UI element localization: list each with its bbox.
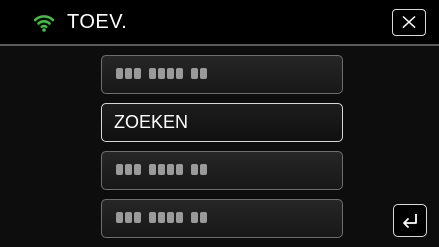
masked-network-name <box>116 212 207 224</box>
masked-network-name <box>116 68 207 80</box>
wifi-icon <box>34 15 54 32</box>
network-item-1[interactable] <box>101 55 343 94</box>
wifi-network-list: ZOEKEN <box>0 46 439 247</box>
page-title: TOEV. <box>67 11 128 33</box>
network-item-3[interactable] <box>101 199 343 238</box>
return-icon <box>403 214 417 228</box>
masked-network-name <box>116 164 207 176</box>
network-item-2[interactable] <box>101 151 343 190</box>
search-button-label: ZOEKEN <box>114 112 189 132</box>
search-button[interactable]: ZOEKEN <box>101 103 343 142</box>
close-icon <box>402 16 416 28</box>
title-bar: TOEV. <box>0 0 439 44</box>
close-button[interactable] <box>392 9 426 36</box>
back-button[interactable] <box>393 204 427 237</box>
